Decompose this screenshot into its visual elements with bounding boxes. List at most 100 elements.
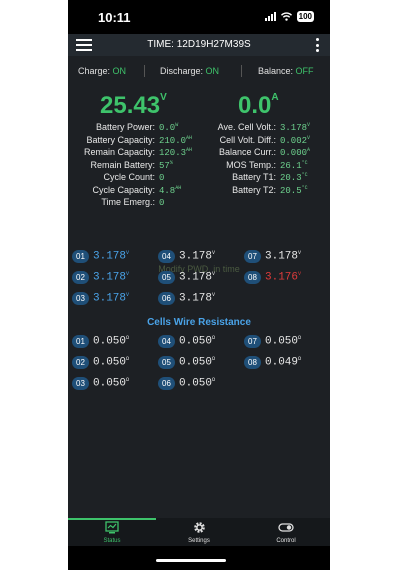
cell-index-badge: 05 — [158, 356, 175, 369]
resistance-number: 0.050 — [179, 377, 213, 390]
more-options-icon[interactable] — [316, 38, 320, 52]
stat-row: Remain Capacity: 120.3AH — [68, 147, 192, 160]
stat-value: 0.002V — [276, 135, 310, 146]
voltage-value: 3.176V — [265, 271, 301, 284]
voltage-number: 3.178 — [93, 292, 127, 305]
stat-label: Cell Volt. Diff.: — [219, 134, 276, 145]
stat-row: Balance Curr.: 0.000A — [201, 147, 310, 160]
voltage-value: 3.178V — [93, 271, 129, 284]
stat-number: 4.8 — [159, 185, 176, 196]
charge-status: Charge: ON — [78, 66, 127, 76]
cell-index-badge: 04 — [158, 250, 175, 263]
stat-label: Remain Capacity: — [83, 147, 155, 157]
voltage-value: 3.178V — [93, 292, 129, 305]
stat-unit: °C — [301, 184, 308, 191]
cell-index-badge: 02 — [72, 356, 89, 369]
tab-settings[interactable]: Settings — [155, 521, 243, 545]
resistance-value: 0.050Ω — [93, 335, 129, 348]
stat-unit: AH — [186, 147, 193, 153]
active-tab-indicator — [68, 518, 156, 520]
resistance-value: 0.050Ω — [265, 335, 301, 348]
resistance-unit: Ω — [126, 377, 130, 384]
cell-index-badge: 01 — [72, 335, 89, 348]
resistance-unit: Ω — [212, 335, 216, 342]
resistance-unit: Ω — [298, 335, 302, 342]
stat-value: 20.3°C — [276, 172, 308, 183]
voltage-unit: V — [298, 250, 302, 257]
resistance-value: 0.050Ω — [179, 335, 215, 348]
bottom-navigation: Status Settings Control — [68, 518, 330, 546]
stat-label: Balance Curr.: — [218, 147, 276, 157]
voltage-cell-08: 08 3.176V — [244, 271, 301, 284]
stat-label: Time Emerg.: — [101, 197, 155, 207]
stat-row: MOS Temp.: 26.1°C — [201, 160, 310, 173]
discharge-status: Discharge: ON — [160, 66, 220, 76]
stat-value: 3.178V — [276, 122, 310, 133]
stat-number: 0.002 — [280, 135, 308, 146]
stat-row: Cycle Capacity: 4.8AH — [68, 185, 192, 198]
voltage-number: 3.178 — [265, 250, 299, 263]
resistance-unit: Ω — [298, 356, 302, 363]
stat-row: Battery T1: 20.3°C — [201, 172, 310, 185]
stat-label: Battery T1: — [232, 172, 276, 182]
stat-unit: A — [307, 147, 311, 153]
stat-number: 0 — [159, 198, 165, 208]
resistance-number: 0.050 — [179, 335, 213, 348]
tab-control[interactable]: Control — [242, 521, 330, 545]
stat-label: Battery T2: — [232, 184, 276, 195]
stat-number: 0 — [159, 173, 165, 183]
resistance-unit: Ω — [126, 356, 130, 363]
stat-label: Battery Capacity: — [86, 134, 155, 145]
stat-number: 26.1 — [280, 160, 302, 171]
stat-value: 0 — [155, 173, 164, 183]
total-voltage: 25.43V — [100, 92, 167, 119]
status-icon — [105, 521, 119, 534]
stat-row: Remain Battery: 57% — [68, 160, 192, 173]
voltage-unit: V — [212, 271, 216, 278]
resistance-cell-06: 06 0.050Ω — [158, 377, 215, 390]
switch-status-bar: Charge: ON Discharge: ON Balance: OFF — [68, 64, 330, 78]
clock: 10:11 — [98, 10, 131, 25]
balance-status: Balance: OFF — [258, 66, 314, 76]
resistance-number: 0.050 — [179, 356, 213, 369]
voltage-unit: V — [212, 292, 216, 299]
stat-label: Battery Power: — [95, 122, 155, 132]
battery-icon: 100 — [296, 11, 314, 22]
divider — [241, 65, 242, 77]
resistance-number: 0.049 — [265, 356, 299, 369]
stat-unit: °C — [301, 172, 308, 178]
voltage-unit: V — [126, 292, 130, 299]
voltage-number: 3.176 — [265, 271, 299, 284]
cell-index-badge: 01 — [72, 250, 89, 263]
cell-index-badge: 02 — [72, 271, 89, 284]
voltage-unit: V — [298, 271, 302, 278]
stat-row: Time Emerg.: 0 — [68, 197, 192, 210]
resistance-cell-04: 04 0.050Ω — [158, 335, 215, 348]
voltage-number: 3.178 — [179, 271, 213, 284]
stat-number: 210.0 — [159, 135, 187, 146]
cellular-signal-icon — [264, 12, 276, 21]
resistance-number: 0.050 — [93, 356, 127, 369]
resistance-unit: Ω — [212, 377, 216, 384]
wifi-icon — [280, 12, 292, 21]
stat-row: Battery T2: 20.5°C — [201, 185, 310, 198]
cell-index-badge: 07 — [244, 250, 261, 263]
cell-index-badge: 07 — [244, 335, 261, 348]
tab-status[interactable]: Status — [68, 521, 156, 545]
cell-index-badge: 03 — [72, 377, 89, 390]
resistance-value: 0.050Ω — [93, 356, 129, 369]
stat-unit: W — [175, 122, 179, 128]
voltage-value: 3.178V — [265, 250, 301, 263]
stat-row: Cell Volt. Diff.: 0.002V — [201, 135, 310, 148]
cell-index-badge: 06 — [158, 377, 175, 390]
voltage-cell-01: 01 3.178V — [72, 250, 129, 263]
cell-index-badge: 08 — [244, 356, 261, 369]
stat-unit: °C — [301, 159, 308, 166]
cell-index-badge: 08 — [244, 271, 261, 284]
stat-unit: AH — [186, 134, 193, 141]
stat-label: Cycle Capacity: — [92, 184, 155, 195]
right-stats: Ave. Cell Volt.: 3.178V Cell Volt. Diff.: 0… — [201, 122, 310, 197]
voltage-cell-02: 02 3.178V — [72, 271, 129, 284]
voltage-number: 3.178 — [179, 250, 213, 263]
resistance-cell-07: 07 0.050Ω — [244, 335, 301, 348]
